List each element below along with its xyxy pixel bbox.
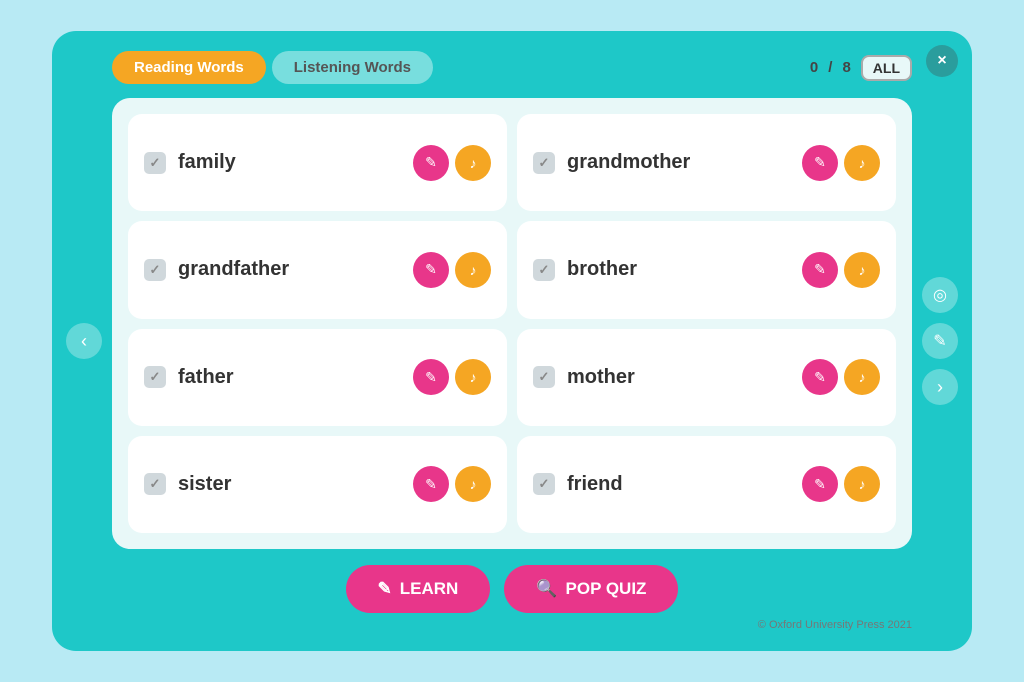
bottom-row: ✎ LEARN 🔍 POP QUIZ xyxy=(112,565,912,613)
audio-mother-button[interactable]: ♪ xyxy=(844,359,880,395)
checkbox-grandfather[interactable]: ✓ xyxy=(144,259,166,281)
edit-brother-button[interactable]: ✎ xyxy=(802,252,838,288)
word-card-grandfather: ✓ grandfather ✎ ♪ xyxy=(128,221,507,318)
checkbox-mother[interactable]: ✓ xyxy=(533,366,555,388)
main-container: × ‹ ◎ ✎ › Reading Words Listening Words … xyxy=(52,31,972,651)
quiz-label: POP QUIZ xyxy=(566,579,647,599)
word-left-sister: ✓ sister xyxy=(144,473,231,496)
tab-listening[interactable]: Listening Words xyxy=(272,51,433,84)
learn-label: LEARN xyxy=(400,579,459,599)
checkbox-friend[interactable]: ✓ xyxy=(533,473,555,495)
left-nav-button[interactable]: ‹ xyxy=(66,323,102,359)
quiz-icon: 🔍 xyxy=(536,579,557,599)
edit-friend-button[interactable]: ✎ xyxy=(802,466,838,502)
word-left-friend: ✓ friend xyxy=(533,473,623,496)
word-card-family: ✓ family ✎ ♪ xyxy=(128,114,507,211)
checkbox-brother[interactable]: ✓ xyxy=(533,259,555,281)
word-card-grandmother: ✓ grandmother ✎ ♪ xyxy=(517,114,896,211)
edit-father-button[interactable]: ✎ xyxy=(413,359,449,395)
audio-brother-button[interactable]: ♪ xyxy=(844,252,880,288)
edit-grandmother-button[interactable]: ✎ xyxy=(802,145,838,181)
word-left-brother: ✓ brother xyxy=(533,258,637,281)
tab-reading[interactable]: Reading Words xyxy=(112,51,266,84)
word-left-father: ✓ father xyxy=(144,366,234,389)
checkbox-sister[interactable]: ✓ xyxy=(144,473,166,495)
word-actions-grandfather: ✎ ♪ xyxy=(413,252,491,288)
score-separator: / xyxy=(828,59,832,76)
score-total: 8 xyxy=(842,59,850,76)
word-left-mother: ✓ mother xyxy=(533,366,635,389)
tab-group: Reading Words Listening Words xyxy=(112,51,433,84)
word-left-grandfather: ✓ grandfather xyxy=(144,258,289,281)
word-actions-father: ✎ ♪ xyxy=(413,359,491,395)
word-card-friend: ✓ friend ✎ ♪ xyxy=(517,436,896,533)
audio-sister-button[interactable]: ♪ xyxy=(455,466,491,502)
pop-quiz-button[interactable]: 🔍 POP QUIZ xyxy=(504,565,678,613)
word-actions-sister: ✎ ♪ xyxy=(413,466,491,502)
audio-grandfather-button[interactable]: ♪ xyxy=(455,252,491,288)
audio-grandmother-button[interactable]: ♪ xyxy=(844,145,880,181)
word-text-family: family xyxy=(178,151,236,174)
checkbox-grandmother[interactable]: ✓ xyxy=(533,152,555,174)
all-button[interactable]: ALL xyxy=(861,55,912,81)
score-area: 0 / 8 ALL xyxy=(810,55,912,81)
word-actions-friend: ✎ ♪ xyxy=(802,466,880,502)
word-left-family: ✓ family xyxy=(144,151,236,174)
left-nav: ‹ xyxy=(66,323,102,359)
learn-icon: ✎ xyxy=(378,579,392,599)
paperclip-icon: ✎ xyxy=(922,323,958,359)
eye-icon: ◎ xyxy=(922,277,958,313)
word-actions-grandmother: ✎ ♪ xyxy=(802,145,880,181)
word-card-mother: ✓ mother ✎ ♪ xyxy=(517,329,896,426)
audio-family-button[interactable]: ♪ xyxy=(455,145,491,181)
word-text-grandmother: grandmother xyxy=(567,151,690,174)
word-card-sister: ✓ sister ✎ ♪ xyxy=(128,436,507,533)
right-nav: ◎ ✎ › xyxy=(922,277,958,405)
checkbox-family[interactable]: ✓ xyxy=(144,152,166,174)
edit-mother-button[interactable]: ✎ xyxy=(802,359,838,395)
word-actions-mother: ✎ ♪ xyxy=(802,359,880,395)
word-left-grandmother: ✓ grandmother xyxy=(533,151,690,174)
audio-father-button[interactable]: ♪ xyxy=(455,359,491,395)
word-text-mother: mother xyxy=(567,366,635,389)
word-text-friend: friend xyxy=(567,473,623,496)
learn-button[interactable]: ✎ LEARN xyxy=(346,565,491,613)
edit-family-button[interactable]: ✎ xyxy=(413,145,449,181)
word-actions-brother: ✎ ♪ xyxy=(802,252,880,288)
score-current: 0 xyxy=(810,59,818,76)
checkbox-father[interactable]: ✓ xyxy=(144,366,166,388)
word-text-brother: brother xyxy=(567,258,637,281)
edit-grandfather-button[interactable]: ✎ xyxy=(413,252,449,288)
word-text-grandfather: grandfather xyxy=(178,258,289,281)
words-grid: ✓ family ✎ ♪ ✓ grandmother ✎ ♪ xyxy=(128,114,896,533)
right-nav-button[interactable]: › xyxy=(922,369,958,405)
edit-sister-button[interactable]: ✎ xyxy=(413,466,449,502)
word-card-brother: ✓ brother ✎ ♪ xyxy=(517,221,896,318)
close-button[interactable]: × xyxy=(926,45,958,77)
copyright-text: © Oxford University Press 2021 xyxy=(112,619,912,631)
word-text-sister: sister xyxy=(178,473,231,496)
word-actions-family: ✎ ♪ xyxy=(413,145,491,181)
word-card-father: ✓ father ✎ ♪ xyxy=(128,329,507,426)
header-row: Reading Words Listening Words 0 / 8 ALL xyxy=(112,51,912,84)
word-text-father: father xyxy=(178,366,234,389)
audio-friend-button[interactable]: ♪ xyxy=(844,466,880,502)
main-card: ✓ family ✎ ♪ ✓ grandmother ✎ ♪ xyxy=(112,98,912,549)
